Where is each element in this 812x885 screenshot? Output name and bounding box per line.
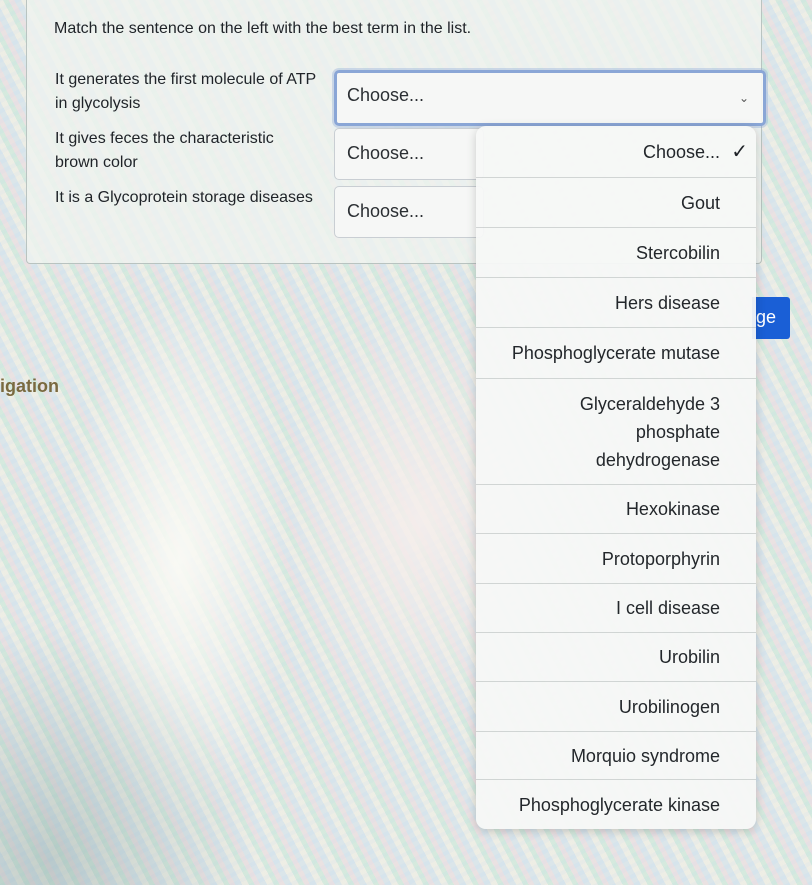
answer-select-3-value: Choose...	[347, 201, 425, 221]
option-label: Phosphoglycerate mutase	[511, 343, 720, 363]
question-2-text: It gives feces the characteristic brown …	[55, 130, 274, 171]
dropdown-option[interactable]: Stercobilin	[476, 227, 756, 277]
dropdown-option[interactable]: Hers disease	[476, 277, 756, 327]
option-label: Phosphoglycerate kinase	[518, 794, 720, 815]
dropdown-option[interactable]: Hexokinase	[476, 484, 756, 533]
option-label: Urobilin	[658, 647, 720, 667]
dropdown-menu: Choose... ✓ Gout Stercobilin Hers diseas…	[476, 126, 756, 829]
dropdown-option[interactable]: Gout	[476, 177, 756, 227]
option-label: Urobilinogen	[618, 696, 720, 717]
option-label: Hers disease	[614, 292, 720, 313]
dropdown-option[interactable]: Urobilinogen	[476, 681, 756, 731]
checkmark-icon: ✓	[731, 140, 748, 163]
answer-select-1[interactable]: Choose... ⌄	[334, 70, 766, 126]
option-label: Hexokinase	[625, 499, 720, 519]
dropdown-option[interactable]: Phosphoglycerate kinase	[476, 779, 756, 829]
option-label: Stercobilin	[635, 242, 720, 263]
background-moire	[0, 620, 260, 885]
answer-select-3[interactable]: Choose...	[334, 186, 484, 238]
dropdown-option[interactable]: I cell disease	[476, 583, 756, 632]
side-navigation-link[interactable]: igation	[0, 376, 59, 397]
option-label: Choose...	[642, 141, 720, 162]
question-1-text: It generates the first molecule of ATP i…	[55, 71, 316, 112]
option-label: Morquio syndrome	[570, 745, 720, 766]
option-label: Glyceraldehyde 3 phosphate dehydrogenase	[579, 393, 720, 470]
instruction-text: Match the sentence on the left with the …	[54, 20, 472, 37]
side-button[interactable]: ge	[752, 297, 790, 339]
dropdown-option[interactable]: Morquio syndrome	[476, 731, 756, 779]
option-label: Gout	[680, 192, 720, 213]
question-3-text: It is a Glycoprotein storage diseases	[55, 189, 313, 206]
option-label: I cell disease	[615, 598, 720, 618]
answer-select-2-value: Choose...	[347, 143, 425, 163]
dropdown-option[interactable]: Phosphoglycerate mutase	[476, 327, 756, 378]
dropdown-option[interactable]: Urobilin	[476, 632, 756, 681]
dropdown-option[interactable]: Glyceraldehyde 3 phosphate dehydrogenase	[476, 378, 756, 484]
dropdown-option[interactable]: Protoporphyrin	[476, 533, 756, 583]
chevron-down-icon: ⌄	[738, 91, 749, 105]
option-label: Protoporphyrin	[601, 548, 720, 569]
answer-select-2[interactable]: Choose...	[334, 128, 484, 180]
answer-select-1-value: Choose...	[347, 85, 425, 105]
dropdown-option[interactable]: Choose... ✓	[476, 126, 756, 177]
